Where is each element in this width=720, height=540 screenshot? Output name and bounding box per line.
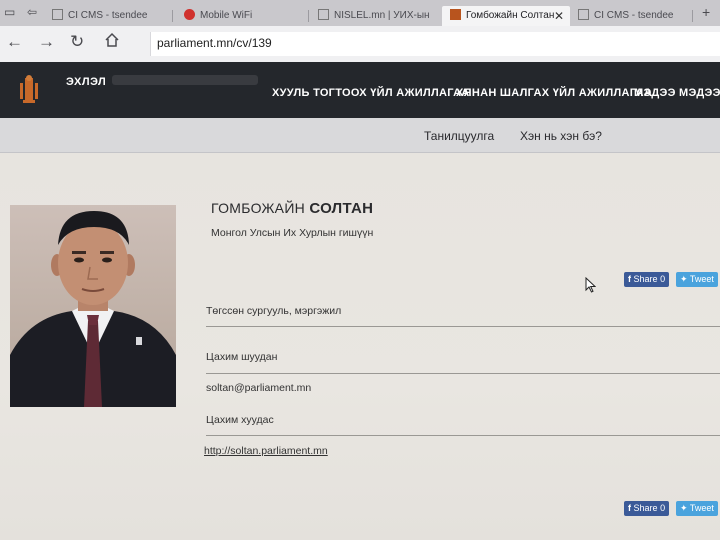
mouse-cursor-icon [585,277,596,293]
divider [206,326,720,327]
email-label: Цахим шуудан [206,351,278,363]
forward-arrow-icon[interactable]: → [38,32,55,52]
home-icon[interactable] [104,32,120,53]
facebook-share-button-bottom[interactable]: f Share 0 [624,501,670,516]
subnav-who-is-who-link[interactable]: Хэн нь хэн бэ? [520,129,602,143]
nav-news-link[interactable]: МЭДЭЭ МЭДЭЭЛЭЛ [634,87,720,99]
tweet-button-bottom[interactable]: ✦ Tweet [676,501,718,516]
profile-content: ГОМБОЖАЙН СОЛТАН Монгол Улсын Их Хурлын … [0,153,720,540]
refresh-icon[interactable]: ↻ [70,32,84,52]
browser-tab-bar: ▭ ⇦ CI CMS - tsendee Mobile WiFi NISLEL.… [0,0,720,26]
twitter-icon: ✦ [680,503,688,513]
facebook-icon: f [628,274,631,284]
new-tab-icon[interactable]: + [702,2,710,22]
browser-tab-active[interactable]: Гомбожайн Солтан ✕ [442,6,570,26]
url-text: parliament.mn/cv/139 [157,36,272,50]
tab-preview-icon[interactable]: ▭ [4,2,15,22]
member-name: ГОМБОЖАЙН СОЛТАН [211,200,373,217]
email-value[interactable]: soltan@parliament.mn [206,382,311,394]
page-icon [318,9,329,20]
nav-home-link[interactable]: ЭХЛЭЛ [66,76,106,88]
tab-aside-icon[interactable]: ⇦ [27,2,37,22]
nav-legislative-link[interactable]: ХУУЛЬ ТОГТООХ ҮЙЛ АЖИЛЛАГАА [272,87,470,99]
browser-nav-bar: ← → ↻ parliament.mn/cv/139 [0,26,720,62]
website-label: Цахим хуудас [206,414,274,426]
browser-tab[interactable]: CI CMS - tsendee [578,6,688,26]
nav-link-blurred[interactable] [112,75,258,85]
subnav-introduction-link[interactable]: Танилцуулга [424,129,494,143]
website-link[interactable]: http://soltan.parliament.mn [204,445,328,457]
huawei-icon [184,9,195,20]
sub-nav: Танилцуулга Хэн нь хэн бэ? [0,118,720,153]
member-role: Монгол Улсын Их Хурлын гишүүн [211,227,374,239]
education-label: Төгссөн сургууль, мэргэжил [206,305,342,317]
state-emblem-icon [20,75,38,103]
twitter-icon: ✦ [680,274,688,284]
page-icon [578,9,589,20]
member-surname: СОЛТАН [309,200,374,217]
divider [206,435,720,436]
back-arrow-icon[interactable]: ← [6,32,23,52]
close-icon[interactable]: ✕ [554,6,564,26]
browser-tab[interactable]: Mobile WiFi [184,6,306,26]
nav-oversight-link[interactable]: ХЯНАН ШАЛГАХ ҮЙЛ АЖИЛЛАГАА [456,87,652,99]
tweet-button[interactable]: ✦ Tweet [676,272,718,287]
member-portrait [10,205,176,407]
address-bar[interactable]: parliament.mn/cv/139 [150,32,720,56]
parliament-favicon [450,9,461,20]
browser-tab[interactable]: CI CMS - tsendee [52,6,164,26]
site-header: ЭХЛЭЛ ХУУЛЬ ТОГТООХ ҮЙЛ АЖИЛЛАГАА ХЯНАН … [0,62,720,118]
divider [206,373,720,374]
facebook-icon: f [628,503,631,513]
page-icon [52,9,63,20]
browser-tab[interactable]: NISLEL.mn | УИХ-ын [318,6,438,26]
member-first-name: ГОМБОЖАЙН [211,200,306,216]
facebook-share-button[interactable]: f Share 0 [624,272,670,287]
